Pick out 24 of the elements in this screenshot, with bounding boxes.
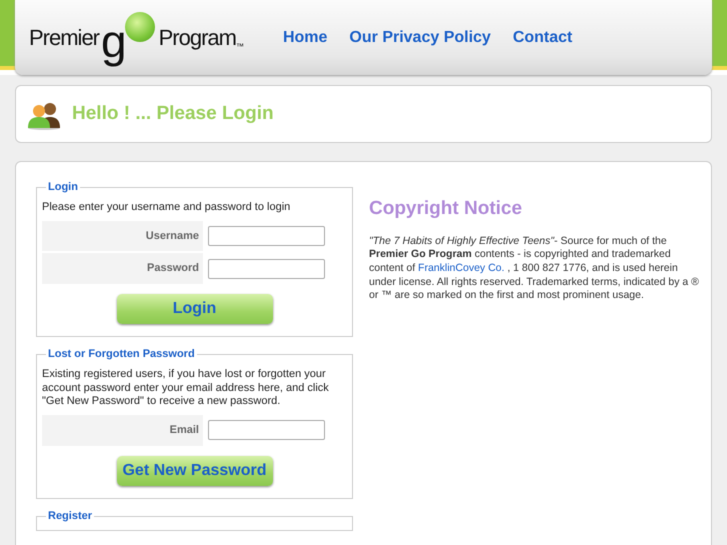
nav-link[interactable]: Contact	[512, 26, 572, 50]
copyright-text: "The 7 Habits of Highly Effective Teens"- Source for much of the Premier Go Program contents - is copyrighted and trademarked content of FranklinCovey Co. , 1 800 827 1776, and is used herein under license. All rights reserved. Trademarked terms, indicated by a ® or ™ are so marked on the first and most prominent usage.	[369, 234, 699, 303]
logo-text: Program	[158, 24, 236, 52]
section-legend: Register	[46, 510, 94, 522]
input-field[interactable]	[208, 420, 325, 440]
nav-link[interactable]: Home	[282, 26, 328, 50]
copyright-heading: Copyright Notice	[369, 198, 524, 221]
field-label: Username	[42, 220, 203, 252]
submit-button[interactable]: Login	[116, 294, 272, 324]
logo-ball-icon	[124, 12, 155, 42]
trademark-sign: ™	[236, 40, 243, 52]
field-label: Password	[42, 253, 203, 284]
company-link[interactable]: FranklinCovey Co.	[418, 262, 504, 274]
section-legend: Login	[46, 182, 80, 193]
section-legend: Lost or Forgotten Password	[46, 348, 197, 360]
nav-link[interactable]: Our Privacy Policy	[349, 26, 491, 50]
instruction-text: Please enter your username and password to login	[42, 201, 292, 215]
input-field[interactable]	[208, 226, 325, 246]
greeting-heading: Hello ! ... Please Login	[72, 102, 274, 126]
input-field[interactable]	[208, 258, 325, 278]
logo-text: Premier	[29, 24, 100, 52]
field-label: Email	[42, 415, 203, 446]
submit-button[interactable]: Get New Password	[116, 456, 272, 486]
instruction-text: Existing registered users, if you have lost or forgotten your account password enter your email address here, and click "Get New Password" to receive a new password.	[42, 368, 330, 409]
